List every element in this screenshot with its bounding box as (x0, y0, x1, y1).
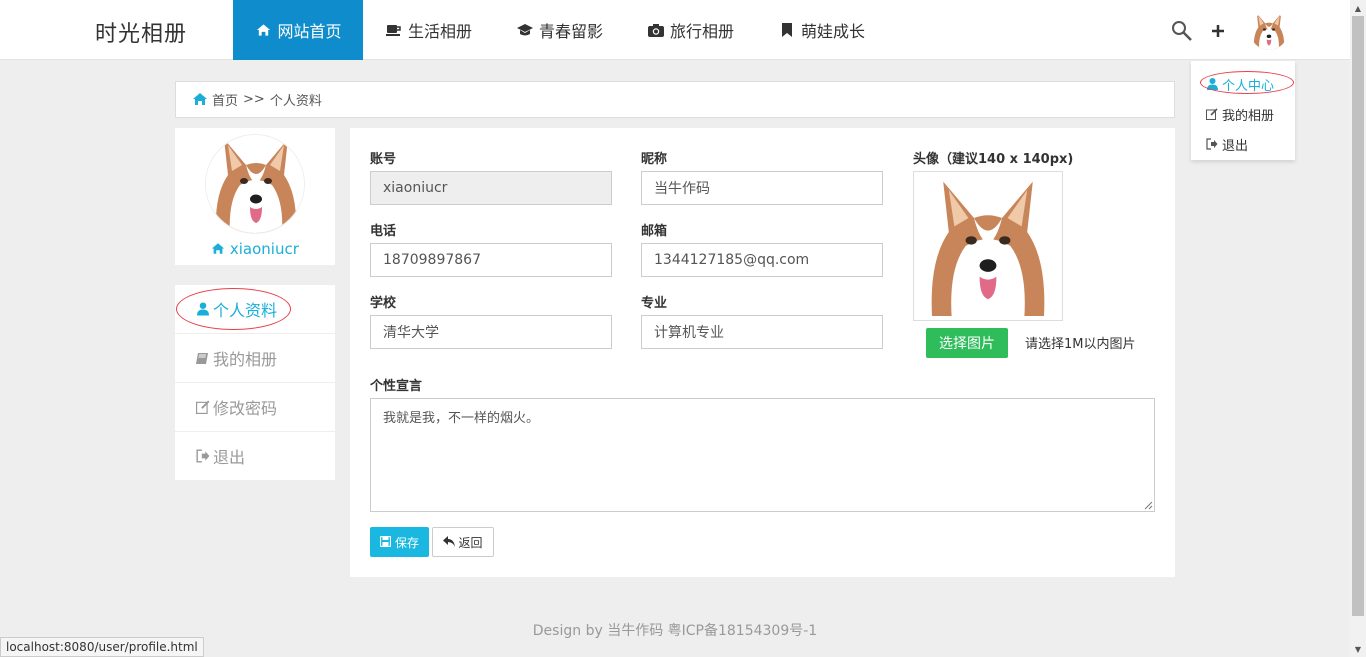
major-label: 专业 (641, 296, 668, 311)
scroll-thumb[interactable] (1352, 16, 1364, 616)
coffee-icon (385, 22, 403, 38)
brand-logo[interactable]: 时光相册 (95, 16, 187, 48)
reply-icon (443, 536, 456, 548)
nav-item-kids[interactable]: 萌娃成长 (756, 0, 887, 60)
breadcrumb: 首页 >> 个人资料 (175, 81, 1175, 118)
back-button[interactable]: 返回 (432, 527, 494, 557)
side-item-label: 修改密码 (213, 399, 278, 418)
user-avatar[interactable] (1250, 12, 1288, 50)
back-label: 返回 (458, 535, 483, 550)
highlight-ring (176, 288, 291, 330)
nav-item-youth[interactable]: 青春留影 (494, 0, 625, 60)
nickname-label: 昵称 (641, 152, 668, 167)
home-icon (254, 22, 272, 38)
phone-field[interactable]: 18709897867 (370, 243, 612, 277)
dropdown-label: 退出 (1222, 138, 1249, 154)
nav-item-travel[interactable]: 旅行相册 (625, 0, 756, 60)
motto-label: 个性宣言 (370, 379, 423, 394)
graduation-cap-icon (516, 22, 534, 38)
nav-label: 网站首页 (277, 22, 342, 41)
dropdown-label: 我的相册 (1222, 108, 1275, 124)
avatar-label: 头像（建议140 x 140px) (913, 152, 1074, 167)
dropdown-item-logout[interactable]: 退出 (1191, 129, 1295, 159)
save-icon (379, 536, 392, 548)
sign-out-icon (195, 449, 210, 464)
browser-status-url: localhost:8080/user/profile.html (0, 637, 204, 657)
home-icon (211, 243, 225, 254)
plus-icon[interactable] (1206, 19, 1230, 43)
search-icon[interactable] (1170, 19, 1194, 43)
breadcrumb-current: 个人资料 (269, 94, 322, 109)
account-label: 账号 (370, 152, 397, 167)
top-right-tools (1170, 12, 1288, 50)
side-item-password[interactable]: 修改密码 (175, 383, 335, 432)
nav-item-life[interactable]: 生活相册 (363, 0, 494, 60)
nickname-field[interactable]: 当牛作码 (641, 171, 883, 205)
account-field[interactable]: xiaoniucr (370, 171, 612, 205)
scroll-up-icon[interactable]: ▲ (1350, 0, 1366, 16)
email-field[interactable]: 1344127185@qq.com (641, 243, 883, 277)
nav-label: 生活相册 (408, 22, 473, 41)
nav-label: 萌娃成长 (801, 22, 866, 41)
motto-text: 我就是我，不一样的烟火。 (383, 411, 540, 426)
nav-item-home[interactable]: 网站首页 (233, 0, 363, 60)
school-field[interactable]: 清华大学 (370, 315, 612, 349)
profile-form-panel: 账号 xiaoniucr 昵称 当牛作码 电话 18709897867 邮箱 1… (350, 128, 1175, 577)
nav-label: 旅行相册 (670, 22, 735, 41)
dropdown-item-profile[interactable]: 个人中心 (1191, 69, 1295, 99)
main-nav: 网站首页 生活相册 青春留影 旅行相册 萌娃成长 (233, 0, 887, 60)
highlight-ring (1200, 71, 1294, 94)
side-item-label: 我的相册 (213, 350, 278, 369)
side-menu: 个人资料 我的相册 修改密码 退出 (175, 285, 335, 480)
user-dropdown-menu: 个人中心 我的相册 退出 (1191, 61, 1295, 160)
scroll-down-icon[interactable]: ▼ (1350, 641, 1366, 657)
profile-avatar (205, 134, 305, 234)
avatar-preview (913, 171, 1063, 321)
upload-hint: 请选择1M以内图片 (1025, 337, 1136, 352)
email-label: 邮箱 (641, 224, 668, 239)
vertical-scrollbar[interactable]: ▲ ▼ (1350, 0, 1366, 657)
side-item-logout[interactable]: 退出 (175, 432, 335, 480)
phone-label: 电话 (370, 224, 397, 239)
side-item-profile[interactable]: 个人资料 (175, 285, 335, 334)
breadcrumb-home[interactable]: 首页 (212, 90, 238, 109)
save-button[interactable]: 保存 (370, 527, 429, 557)
sign-out-icon (1205, 137, 1219, 151)
side-item-label: 退出 (213, 448, 246, 467)
profile-username[interactable]: xiaoniucr (175, 240, 335, 258)
bookmark-icon (778, 22, 796, 38)
breadcrumb-separator: >> (243, 92, 265, 107)
dropdown-item-albums[interactable]: 我的相册 (1191, 99, 1295, 129)
choose-image-button[interactable]: 选择图片 (926, 328, 1008, 358)
camera-icon (647, 22, 665, 38)
major-field[interactable]: 计算机专业 (641, 315, 883, 349)
school-label: 学校 (370, 296, 397, 311)
motto-textarea[interactable]: 我就是我，不一样的烟火。 (370, 398, 1155, 512)
top-navbar: 时光相册 网站首页 生活相册 青春留影 旅行相册 萌娃成长 (0, 0, 1350, 60)
book-icon (195, 351, 210, 366)
edit-icon (1205, 107, 1219, 121)
username-text: xiaoniucr (229, 240, 299, 258)
profile-card: xiaoniucr (175, 128, 335, 265)
edit-icon (195, 400, 210, 415)
nav-label: 青春留影 (539, 22, 604, 41)
resize-handle-icon[interactable] (1143, 500, 1153, 510)
side-item-albums[interactable]: 我的相册 (175, 334, 335, 383)
save-label: 保存 (394, 535, 419, 550)
home-icon (192, 92, 208, 108)
